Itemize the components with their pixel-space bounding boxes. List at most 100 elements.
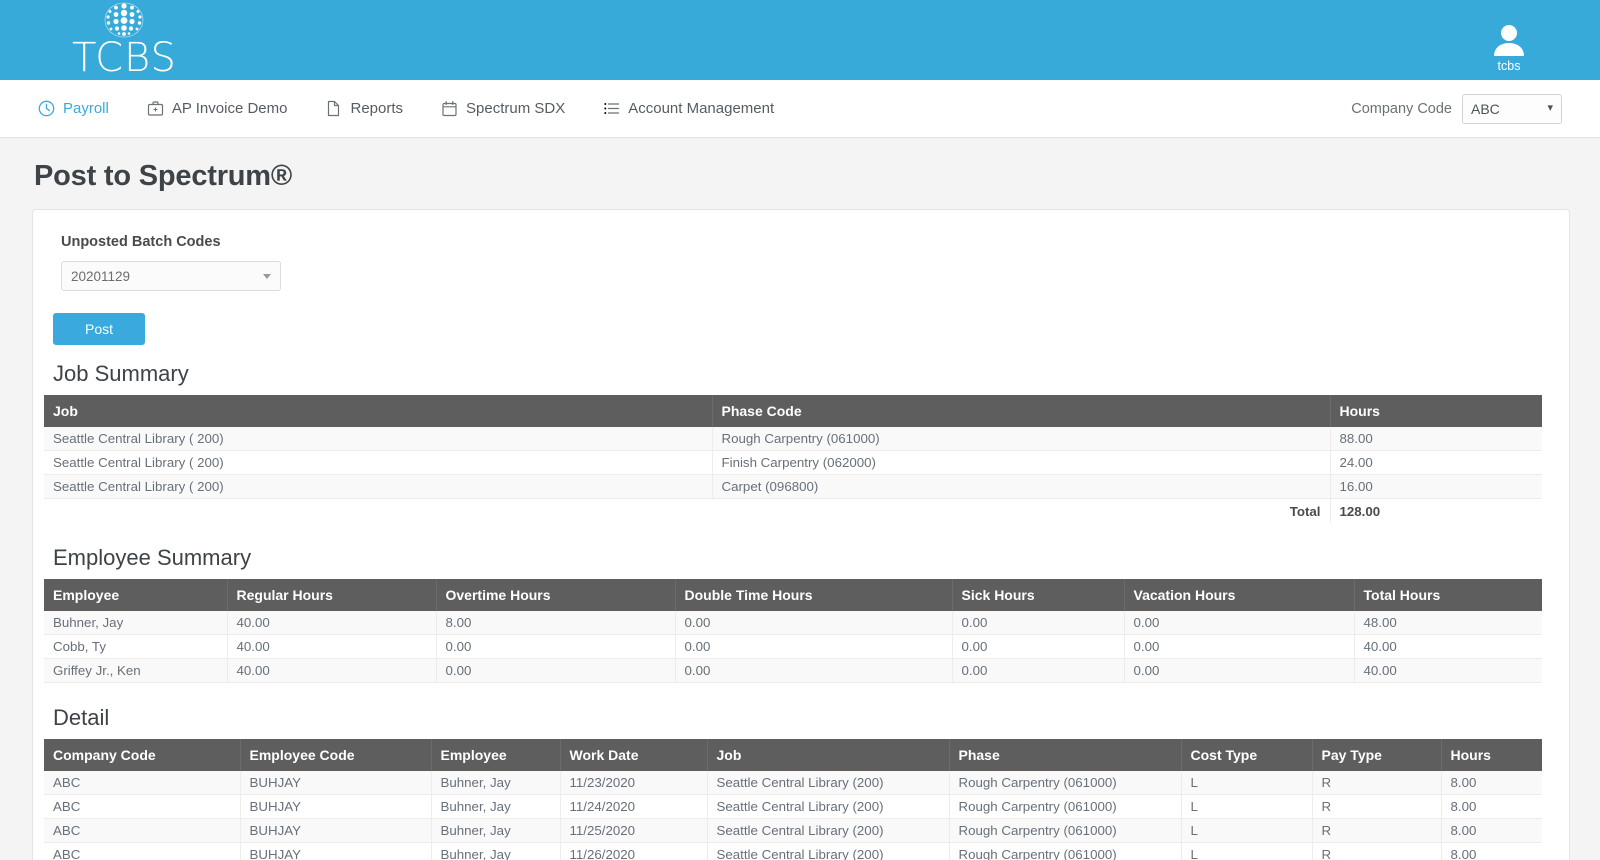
batch-codes-select[interactable]: 20201129 <box>61 261 281 291</box>
clock-icon <box>38 100 55 117</box>
brand-name: TCBS <box>72 35 177 81</box>
table-cell: Seattle Central Library (200) <box>707 771 950 795</box>
table-row: Cobb, Ty 40.00 0.00 0.00 0.00 0.00 40.00 <box>44 634 1542 659</box>
main-navigation: Payroll AP Invoice Demo Reports Spectrum… <box>0 80 1600 138</box>
table-row: ABC BUHJAY Buhner, Jay 11/24/2020 Seattle Ce… <box>44 794 1542 819</box>
table-cell: 8.00 <box>1441 794 1542 819</box>
nav-item-ap-invoice-demo[interactable]: AP Invoice Demo <box>147 100 287 117</box>
batch-codes-value: 20201129 <box>71 268 131 284</box>
table-cell: Carpet (096800) <box>712 474 1331 499</box>
table-row: ABC BUHJAY Buhner, Jay 11/23/2020 Seattle Ce… <box>44 771 1542 795</box>
table-cell: Rough Carpentry (061000) <box>949 794 1182 819</box>
table-cell: L <box>1181 818 1313 843</box>
column-header: Work Date <box>560 739 708 771</box>
user-menu[interactable]: tcbs <box>1490 22 1528 73</box>
company-code-control: Company Code ABC ▾ <box>1351 93 1562 124</box>
briefcase-icon <box>147 100 164 117</box>
main-content-card: Unposted Batch Codes 20201129 Post Job S… <box>32 209 1570 860</box>
nav-label: Reports <box>350 100 404 117</box>
table-cell: ABC <box>44 794 241 819</box>
list-icon <box>603 100 620 117</box>
page-title: Post to Spectrum® <box>34 160 293 192</box>
table-cell: Seattle Central Library (200) <box>707 794 950 819</box>
table-cell: Seattle Central Library (200) <box>707 842 950 860</box>
table-cell: 40.00 <box>227 634 437 659</box>
chevron-down-icon: ▾ <box>1547 102 1553 114</box>
globe-dots-icon <box>98 2 150 42</box>
employee-summary-title: Employee Summary <box>53 545 252 570</box>
table-cell: 0.00 <box>952 634 1125 659</box>
table-cell: ABC <box>44 771 241 795</box>
brand-logo[interactable]: TCBS <box>72 0 177 81</box>
post-button[interactable]: Post <box>53 313 145 345</box>
company-code-label: Company Code <box>1351 100 1452 117</box>
table-header-row: Job Phase Code Hours <box>44 395 1542 427</box>
nav-item-spectrum-sdx[interactable]: Spectrum SDX <box>441 100 565 117</box>
detail-table: Company Code Employee Code Employee Work Da… <box>44 739 1542 860</box>
table-cell: Seattle Central Library ( 200) <box>44 450 713 475</box>
column-header: Company Code <box>44 739 241 771</box>
column-header: Pay Type <box>1312 739 1442 771</box>
table-cell: Buhner, Jay <box>44 611 228 635</box>
table-cell: Seattle Central Library (200) <box>707 818 950 843</box>
table-cell: BUHJAY <box>240 818 432 843</box>
detail-table-wrapper: Company Code Employee Code Employee Work Da… <box>33 739 1569 860</box>
table-cell: 8.00 <box>436 611 676 635</box>
column-header: Job <box>44 395 713 427</box>
column-header: Hours <box>1441 739 1542 771</box>
column-header: Job <box>707 739 950 771</box>
column-header: Vacation Hours <box>1124 579 1355 611</box>
table-row: Griffey Jr., Ken 40.00 0.00 0.00 0.00 0.00 40.… <box>44 658 1542 683</box>
table-row: ABC BUHJAY Buhner, Jay 11/26/2020 Seattle Ce… <box>44 842 1542 860</box>
table-cell: Seattle Central Library ( 200) <box>44 474 713 499</box>
company-code-value: ABC <box>1471 100 1500 117</box>
table-cell: 11/24/2020 <box>560 794 708 819</box>
table-cell: Buhner, Jay <box>431 818 561 843</box>
nav-item-account-management[interactable]: Account Management <box>603 100 774 117</box>
table-cell: R <box>1312 794 1442 819</box>
table-cell: 11/26/2020 <box>560 842 708 860</box>
table-cell: 0.00 <box>675 658 953 683</box>
table-cell: 11/23/2020 <box>560 771 708 795</box>
table-cell: 88.00 <box>1330 427 1542 451</box>
table-cell: 0.00 <box>1124 611 1355 635</box>
table-cell: Finish Carpentry (062000) <box>712 450 1331 475</box>
table-cell: 8.00 <box>1441 771 1542 795</box>
total-label: Total <box>712 498 1330 523</box>
table-cell: Rough Carpentry (061000) <box>949 818 1182 843</box>
table-cell: 40.00 <box>1354 658 1542 683</box>
column-header: Regular Hours <box>227 579 437 611</box>
column-header: Phase <box>949 739 1182 771</box>
detail-title: Detail <box>53 705 110 730</box>
table-cell: BUHJAY <box>240 794 432 819</box>
table-cell: Buhner, Jay <box>431 771 561 795</box>
table-row: Buhner, Jay 40.00 8.00 0.00 0.00 0.00 48.00 <box>44 611 1542 635</box>
table-cell: Seattle Central Library ( 200) <box>44 427 713 451</box>
job-summary-total-row: Total 128.00 <box>44 498 1542 523</box>
table-row: Seattle Central Library ( 200) Carpet (09… <box>44 474 1542 499</box>
table-row: Seattle Central Library ( 200) Rough Carp… <box>44 427 1542 451</box>
nav-item-payroll[interactable]: Payroll <box>38 100 109 117</box>
total-spacer <box>44 498 712 523</box>
column-header: Total Hours <box>1354 579 1542 611</box>
table-header-row: Company Code Employee Code Employee Work Da… <box>44 739 1542 771</box>
table-cell: BUHJAY <box>240 842 432 860</box>
nav-item-reports[interactable]: Reports <box>325 100 403 117</box>
table-cell: L <box>1181 842 1313 860</box>
calendar-icon <box>441 100 458 117</box>
table-cell: 48.00 <box>1354 611 1542 635</box>
caret-down-icon <box>263 273 271 279</box>
column-header: Employee <box>431 739 561 771</box>
column-header: Phase Code <box>712 395 1331 427</box>
table-cell: 8.00 <box>1441 818 1542 843</box>
table-cell: R <box>1312 842 1442 860</box>
table-cell: Rough Carpentry (061000) <box>949 771 1182 795</box>
company-code-select[interactable]: ABC ▾ <box>1462 93 1562 124</box>
table-cell: Buhner, Jay <box>431 842 561 860</box>
column-header: Overtime Hours <box>436 579 676 611</box>
column-header: Double Time Hours <box>675 579 953 611</box>
table-cell: 40.00 <box>1354 634 1542 659</box>
table-header-row: Employee Regular Hours Overtime Hours Doubl… <box>44 579 1542 611</box>
app-header: TCBS tcbs <box>0 0 1600 80</box>
total-value: 128.00 <box>1329 498 1542 523</box>
